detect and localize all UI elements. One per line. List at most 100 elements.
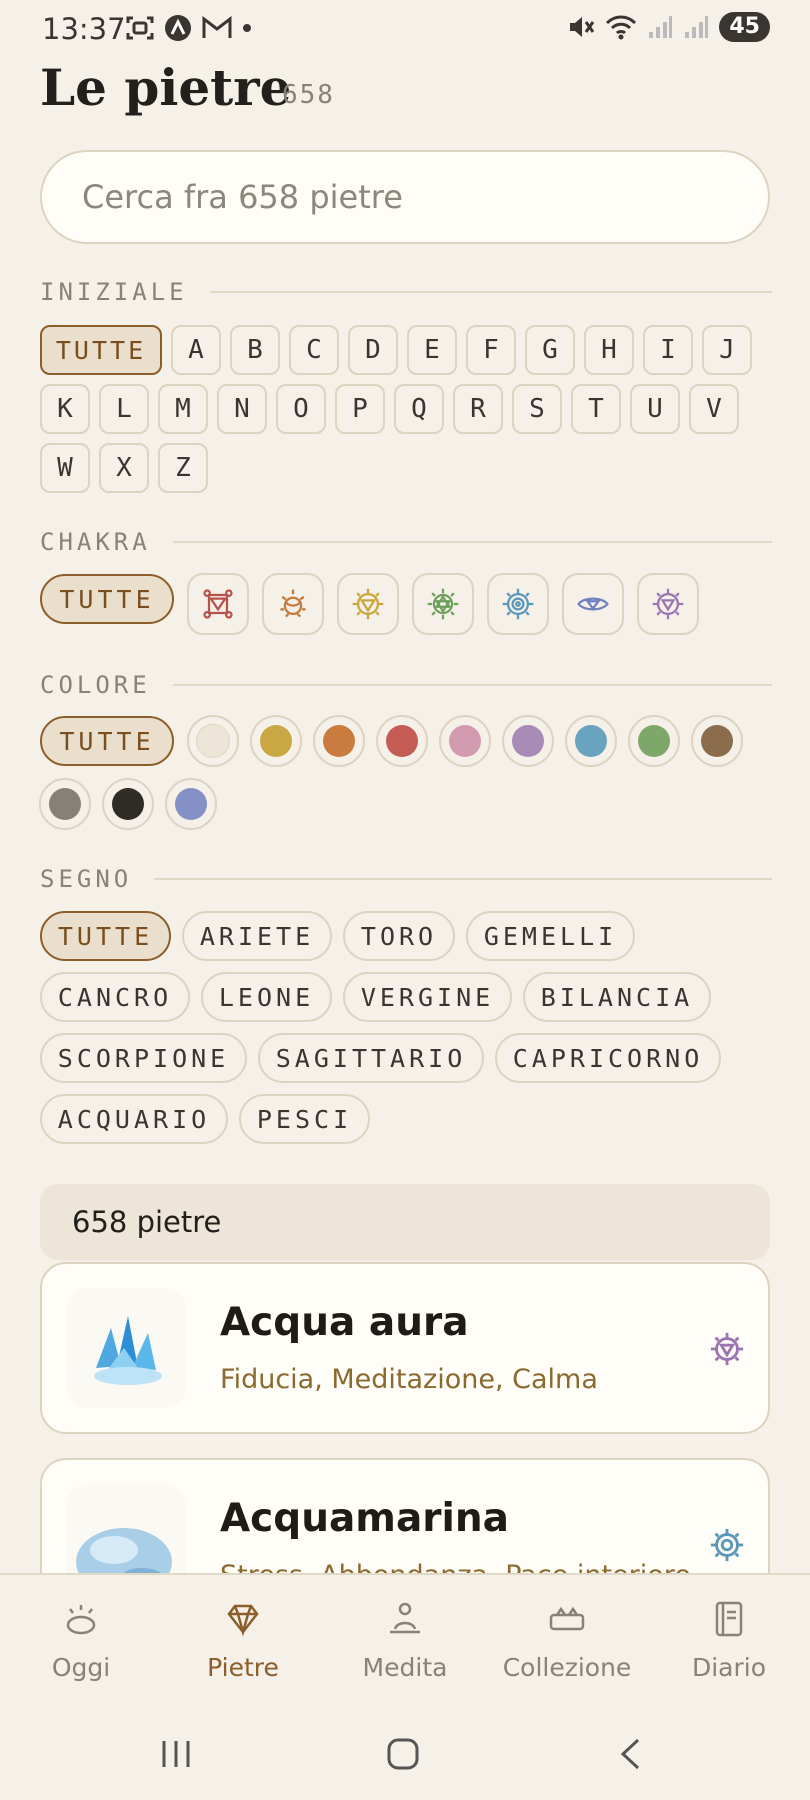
letter-filter-all[interactable]: TUTTE (40, 325, 162, 375)
color-swatch[interactable] (165, 778, 217, 830)
letter-filter-chip[interactable]: T (571, 384, 621, 434)
chakra-filter-chip[interactable] (562, 573, 624, 635)
color-swatch[interactable] (376, 715, 428, 767)
chakra-filter-all[interactable]: TUTTE (40, 574, 174, 624)
section-title: COLORE (40, 671, 151, 699)
back-icon[interactable] (618, 1737, 642, 1771)
color-dot (49, 788, 81, 820)
stone-card-acquamarina[interactable]: Acquamarina Stress, Abbondanza, Pace int… (40, 1458, 770, 1573)
color-swatch[interactable] (691, 715, 743, 767)
chakra-filter-chip[interactable] (262, 573, 324, 635)
chakra-filter-chip[interactable] (487, 573, 549, 635)
nav-pietre[interactable]: Pietre (162, 1575, 324, 1705)
letter-filter-chip[interactable]: G (525, 325, 575, 375)
letter-filter-chip[interactable]: Z (158, 443, 208, 493)
screenshot-icon (126, 16, 154, 40)
chakra-filter-chip[interactable] (337, 573, 399, 635)
stone-image (66, 1484, 186, 1573)
color-dot (260, 725, 292, 757)
letter-filter-chip[interactable]: X (99, 443, 149, 493)
color-swatch[interactable] (628, 715, 680, 767)
letter-filter-chip[interactable]: E (407, 325, 457, 375)
color-swatch[interactable] (39, 778, 91, 830)
sign-filter-chip[interactable]: SCORPIONE (40, 1033, 247, 1083)
letter-filter-chip[interactable]: F (466, 325, 516, 375)
letter-filter-chip[interactable]: O (276, 384, 326, 434)
color-swatch[interactable] (313, 715, 365, 767)
nav-label: Diario (691, 1653, 767, 1682)
letter-filter-chip[interactable]: V (689, 384, 739, 434)
sign-filter-all[interactable]: TUTTE (40, 911, 171, 961)
letter-filter-chip[interactable]: D (348, 325, 398, 375)
letter-filter-chip[interactable]: N (217, 384, 267, 434)
sign-filter-chip[interactable]: BILANCIA (523, 972, 711, 1022)
color-swatch[interactable] (565, 715, 617, 767)
section-segno: SEGNO (40, 865, 772, 893)
stone-properties: Stress, Abbondanza, Pace interiore (220, 1560, 691, 1573)
color-dot (701, 725, 733, 757)
section-iniziale: INIZIALE (40, 278, 772, 306)
sacral-chakra-icon (280, 589, 306, 618)
letter-filter-chip[interactable]: M (158, 384, 208, 434)
color-dot (323, 725, 355, 757)
gem-icon (227, 1604, 259, 1637)
collection-icon (549, 1606, 585, 1631)
letter-filter-chip[interactable]: R (453, 384, 503, 434)
signal-icon (649, 16, 673, 38)
letter-filter-chip[interactable]: U (630, 384, 680, 434)
color-swatch[interactable] (250, 715, 302, 767)
letter-filter-chip[interactable]: S (512, 384, 562, 434)
wifi-icon (606, 15, 637, 40)
letter-filter-chip[interactable]: P (335, 384, 385, 434)
letter-filter-chip[interactable]: C (289, 325, 339, 375)
search-input[interactable] (40, 150, 770, 244)
sign-filter-chip[interactable]: LEONE (201, 972, 332, 1022)
color-filter-all[interactable]: TUTTE (40, 716, 174, 766)
recent-apps-icon[interactable] (160, 1739, 192, 1769)
color-swatch[interactable] (502, 715, 554, 767)
letter-filter-chip[interactable]: L (99, 384, 149, 434)
sign-filter-chip[interactable]: CANCRO (40, 972, 190, 1022)
letter-filter-chip[interactable]: I (643, 325, 693, 375)
throat-chakra-icon (710, 1528, 744, 1562)
color-swatch[interactable] (187, 715, 239, 767)
sign-filter-chip[interactable]: CAPRICORNO (495, 1033, 721, 1083)
heart-chakra-icon (427, 588, 459, 620)
color-swatch[interactable] (102, 778, 154, 830)
sign-filter-chip[interactable]: VERGINE (343, 972, 512, 1022)
stone-list[interactable]: Acqua aura Fiducia, Meditazione, Calma A… (0, 1100, 810, 1573)
nav-medita[interactable]: Medita (324, 1575, 486, 1705)
chakra-filter-chip[interactable] (412, 573, 474, 635)
color-swatch[interactable] (439, 715, 491, 767)
journal-icon (715, 1601, 743, 1637)
app-notification-icon (165, 15, 191, 41)
crown-chakra-icon (710, 1332, 744, 1366)
nav-diario[interactable]: Diario (648, 1575, 810, 1705)
stone-count: 658 (282, 80, 335, 110)
status-time: 13:37 (42, 12, 126, 46)
sign-filter-chip[interactable]: ARIETE (182, 911, 332, 961)
stone-card-acqua-aura[interactable]: Acqua aura Fiducia, Meditazione, Calma (40, 1262, 770, 1434)
home-icon[interactable] (386, 1737, 420, 1771)
section-colore: COLORE (40, 671, 772, 699)
nav-oggi[interactable]: Oggi (0, 1575, 162, 1705)
nav-label: Collezione (502, 1653, 632, 1682)
sign-filter-chip[interactable]: TORO (343, 911, 455, 961)
signal-icon-2 (685, 16, 709, 38)
letter-filter-chip[interactable]: B (230, 325, 280, 375)
letter-filter-chip[interactable]: J (702, 325, 752, 375)
letter-filter-chip[interactable]: K (40, 384, 90, 434)
sign-filter-chip[interactable]: GEMELLI (466, 911, 635, 961)
chakra-filter-chip[interactable] (187, 573, 249, 635)
letter-filter-chip[interactable]: Q (394, 384, 444, 434)
nav-collezione[interactable]: Collezione (486, 1575, 648, 1705)
letter-filter-chip[interactable]: W (40, 443, 90, 493)
battery-level: 45 (719, 12, 770, 42)
color-dot (196, 724, 230, 758)
letter-filter-chip[interactable]: A (171, 325, 221, 375)
sign-filter-chip[interactable]: SAGITTARIO (258, 1033, 484, 1083)
gmail-icon (202, 16, 232, 38)
letter-filter-chip[interactable]: H (584, 325, 634, 375)
sunrise-icon (66, 1605, 96, 1635)
chakra-filter-chip[interactable] (637, 573, 699, 635)
